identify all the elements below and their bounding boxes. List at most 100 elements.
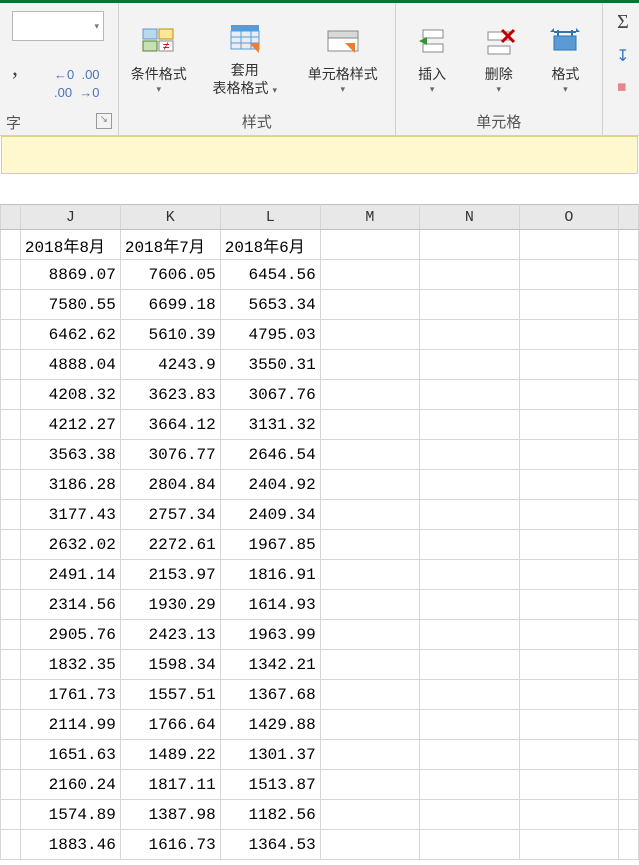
cell[interactable] xyxy=(1,620,21,650)
cell[interactable]: 5610.39 xyxy=(120,320,220,350)
format-as-table-button[interactable]: 套用表格格式 ▾ xyxy=(201,17,289,101)
cell[interactable] xyxy=(1,260,21,290)
cell[interactable] xyxy=(519,410,618,440)
table-row[interactable]: 2905.762423.131963.99 xyxy=(1,620,639,650)
table-row[interactable]: 1574.891387.981182.56 xyxy=(1,800,639,830)
cell[interactable]: 3186.28 xyxy=(20,470,120,500)
clear-button[interactable]: ◆ xyxy=(613,77,633,97)
cell[interactable]: 2632.02 xyxy=(20,530,120,560)
cell[interactable] xyxy=(320,560,419,590)
cell[interactable]: 2409.34 xyxy=(220,500,320,530)
cell[interactable] xyxy=(1,530,21,560)
cell[interactable]: 6699.18 xyxy=(120,290,220,320)
cell[interactable] xyxy=(1,590,21,620)
cell[interactable]: 3076.77 xyxy=(120,440,220,470)
cell[interactable] xyxy=(420,620,519,650)
cell[interactable]: 1513.87 xyxy=(220,770,320,800)
cell[interactable] xyxy=(519,350,618,380)
conditional-format-button[interactable]: ≠ 条件格式 ▾ xyxy=(127,21,191,97)
cell[interactable]: 2905.76 xyxy=(20,620,120,650)
cell[interactable] xyxy=(519,230,618,260)
cell[interactable]: 2018年6月 xyxy=(220,230,320,260)
cell[interactable] xyxy=(320,800,419,830)
cell[interactable]: 2646.54 xyxy=(220,440,320,470)
table-row[interactable]: 4208.323623.833067.76 xyxy=(1,380,639,410)
column-header[interactable]: K xyxy=(120,205,220,230)
table-row[interactable]: 2160.241817.111513.87 xyxy=(1,770,639,800)
cell[interactable] xyxy=(320,710,419,740)
cell[interactable] xyxy=(420,650,519,680)
cell[interactable]: 4208.32 xyxy=(20,380,120,410)
cell[interactable] xyxy=(1,230,21,260)
cell[interactable] xyxy=(420,500,519,530)
cell[interactable] xyxy=(519,830,618,860)
cell[interactable] xyxy=(1,410,21,440)
cell[interactable] xyxy=(420,410,519,440)
column-header[interactable] xyxy=(1,205,21,230)
cell[interactable] xyxy=(420,590,519,620)
cell[interactable] xyxy=(519,740,618,770)
cell[interactable]: 2018年8月 xyxy=(20,230,120,260)
increase-decimal-button[interactable]: ←0 .00 xyxy=(54,67,100,83)
table-row[interactable]: 7580.556699.185653.34 xyxy=(1,290,639,320)
table-row[interactable]: 3177.432757.342409.34 xyxy=(1,500,639,530)
table-row[interactable]: 2018年8月 2018年7月 2018年6月 xyxy=(1,230,639,260)
delete-button[interactable]: 删除 ▾ xyxy=(470,21,527,97)
cell[interactable] xyxy=(320,590,419,620)
cell[interactable] xyxy=(519,470,618,500)
cell[interactable] xyxy=(1,740,21,770)
cell[interactable]: 2272.61 xyxy=(120,530,220,560)
cell[interactable]: 2114.99 xyxy=(20,710,120,740)
cell[interactable] xyxy=(619,260,639,290)
column-header[interactable]: L xyxy=(220,205,320,230)
table-row[interactable]: 2314.561930.291614.93 xyxy=(1,590,639,620)
cell[interactable] xyxy=(619,410,639,440)
cell[interactable] xyxy=(1,470,21,500)
cell[interactable] xyxy=(320,830,419,860)
cell[interactable]: 7580.55 xyxy=(20,290,120,320)
cell[interactable]: 1301.37 xyxy=(220,740,320,770)
cell[interactable] xyxy=(519,530,618,560)
cell[interactable] xyxy=(1,770,21,800)
cell[interactable]: 1429.88 xyxy=(220,710,320,740)
cell[interactable] xyxy=(320,740,419,770)
cell[interactable]: 1967.85 xyxy=(220,530,320,560)
cell[interactable]: 2491.14 xyxy=(20,560,120,590)
cell[interactable]: 2423.13 xyxy=(120,620,220,650)
cell[interactable] xyxy=(420,470,519,500)
cell[interactable]: 1574.89 xyxy=(20,800,120,830)
column-header[interactable] xyxy=(619,205,639,230)
cell[interactable] xyxy=(320,290,419,320)
cell[interactable]: 1930.29 xyxy=(120,590,220,620)
cell[interactable] xyxy=(1,710,21,740)
cell[interactable] xyxy=(320,380,419,410)
table-row[interactable]: 3186.282804.842404.92 xyxy=(1,470,639,500)
cell[interactable] xyxy=(1,500,21,530)
cell[interactable] xyxy=(420,770,519,800)
cell[interactable]: 3664.12 xyxy=(120,410,220,440)
cell[interactable]: 3067.76 xyxy=(220,380,320,410)
cell[interactable]: 4243.9 xyxy=(120,350,220,380)
cell[interactable]: 3550.31 xyxy=(220,350,320,380)
cell[interactable]: 1387.98 xyxy=(120,800,220,830)
cell[interactable]: 1342.21 xyxy=(220,650,320,680)
cell[interactable] xyxy=(420,380,519,410)
cell[interactable] xyxy=(320,350,419,380)
cell[interactable] xyxy=(619,770,639,800)
cell[interactable] xyxy=(619,530,639,560)
cell[interactable]: 1489.22 xyxy=(120,740,220,770)
cell[interactable] xyxy=(619,290,639,320)
cell[interactable] xyxy=(519,320,618,350)
cell[interactable] xyxy=(619,590,639,620)
cell[interactable]: 1557.51 xyxy=(120,680,220,710)
cell[interactable] xyxy=(619,740,639,770)
cell[interactable] xyxy=(1,560,21,590)
fill-button[interactable]: ↧ xyxy=(616,46,629,66)
cell[interactable] xyxy=(320,470,419,500)
cell[interactable] xyxy=(619,230,639,260)
cell[interactable] xyxy=(519,380,618,410)
worksheet-grid[interactable]: J K L M N O 2018年8月 2018年7月 2018年6月 8869 xyxy=(0,204,639,865)
cell[interactable]: 1614.93 xyxy=(220,590,320,620)
cell[interactable] xyxy=(619,380,639,410)
cell[interactable] xyxy=(1,800,21,830)
